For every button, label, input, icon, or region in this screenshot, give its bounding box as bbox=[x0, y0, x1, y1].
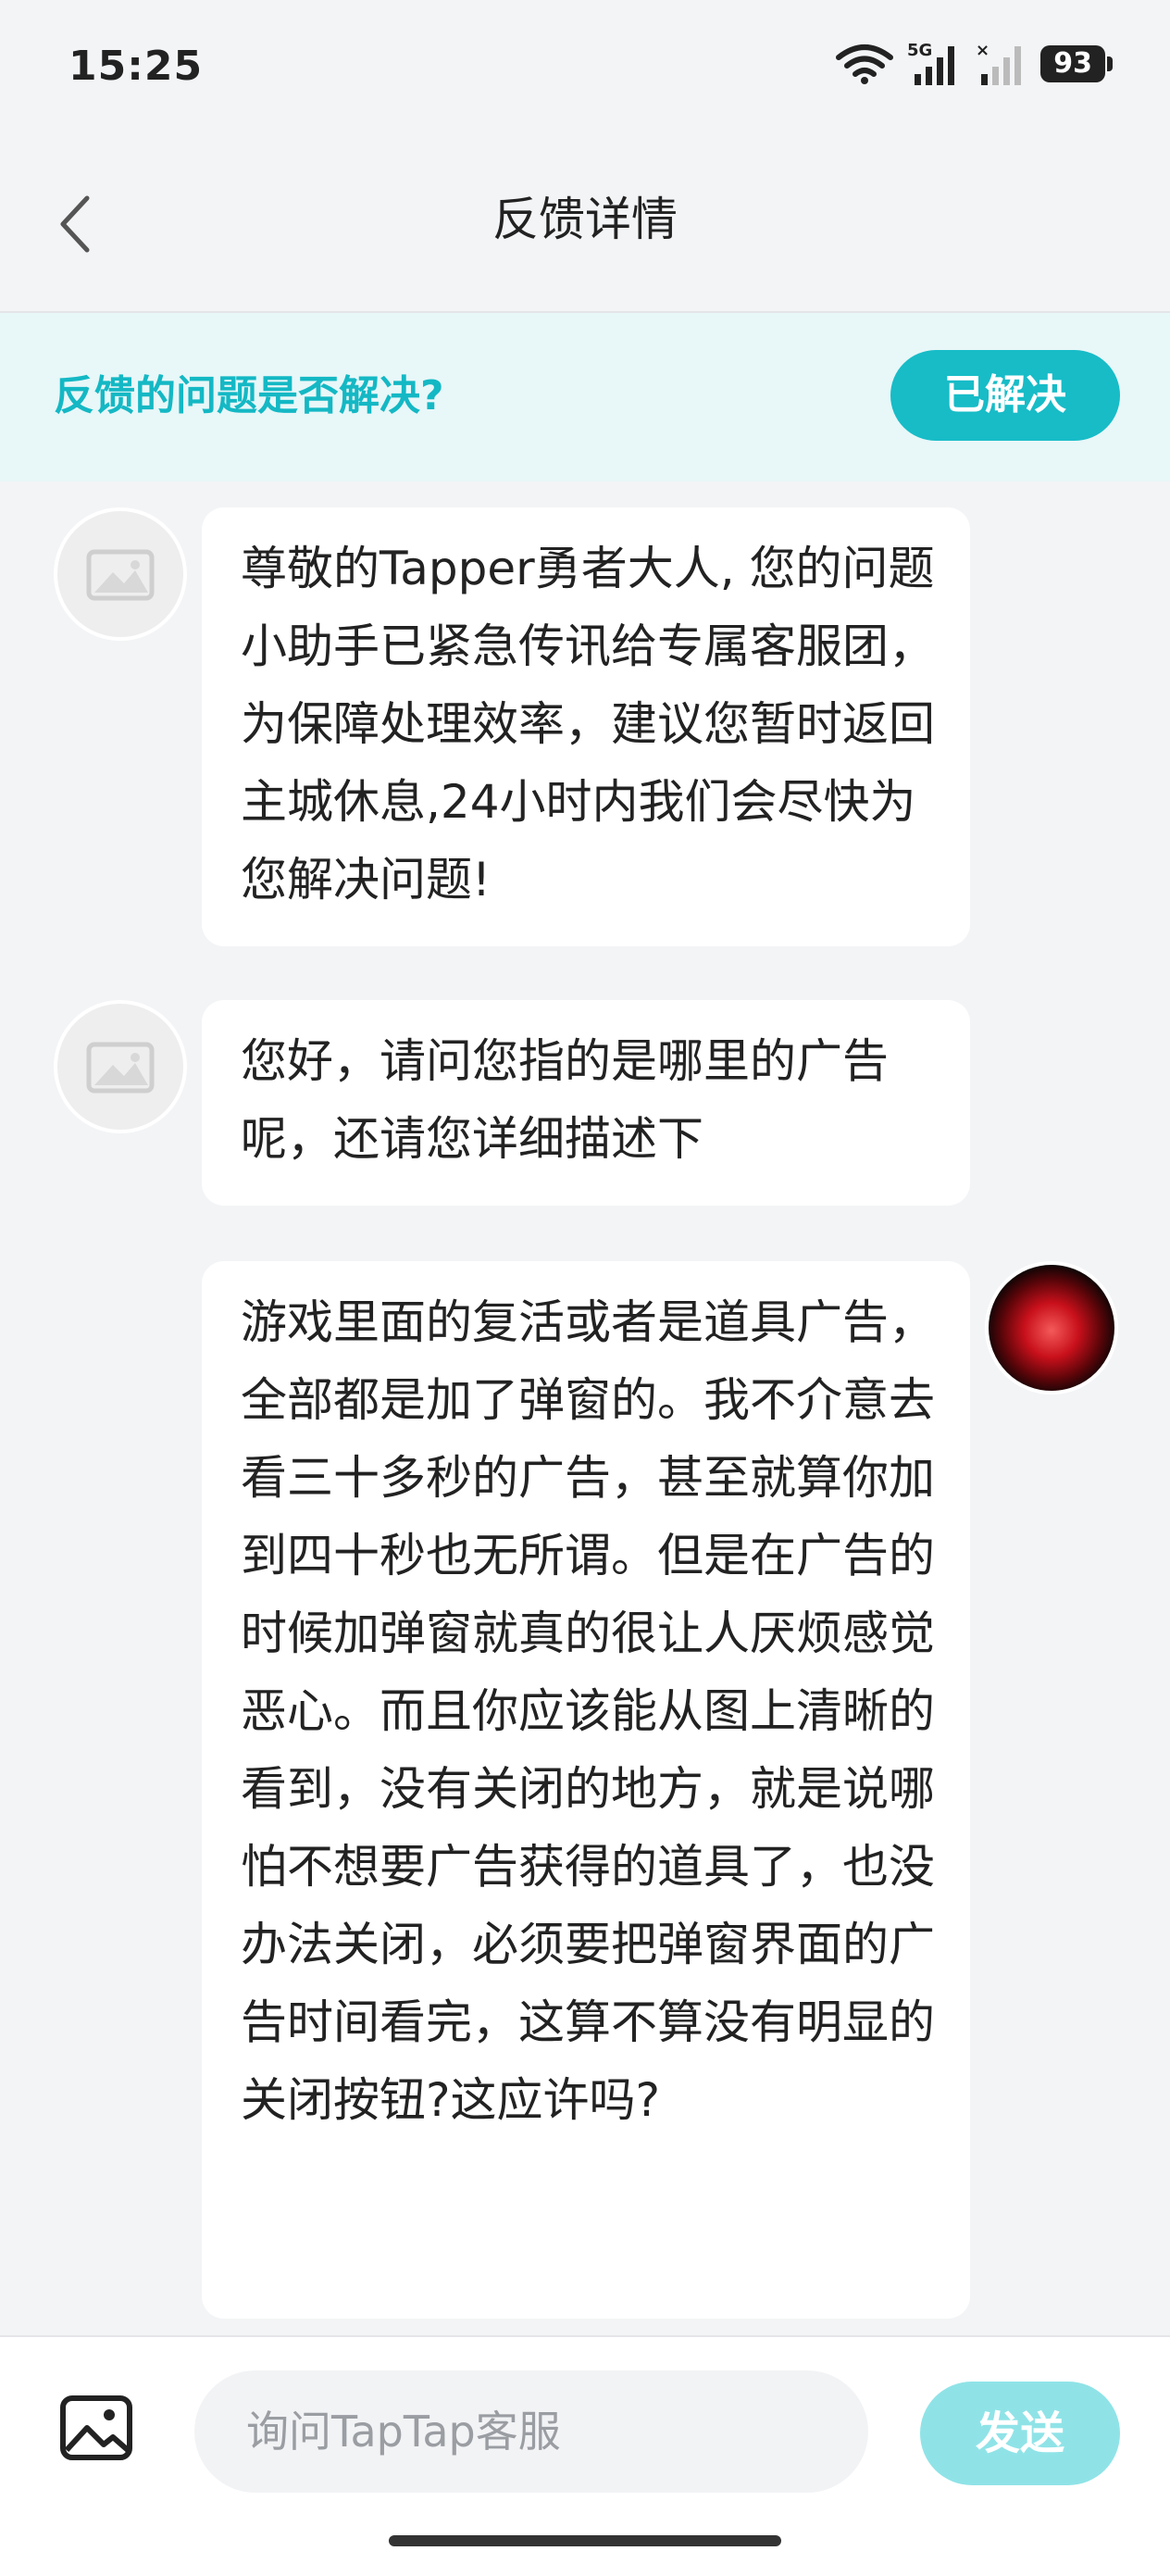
message-bubble-agent-2: 您好，请问您指的是哪里的广告呢，还请您详细描述下 bbox=[202, 1000, 970, 1206]
page-title: 反馈详情 bbox=[492, 193, 678, 246]
header: 反馈详情 bbox=[0, 139, 1170, 313]
status-time: 15:25 bbox=[68, 43, 204, 90]
signal-5g-icon: 5G bbox=[907, 41, 955, 85]
agent-avatar bbox=[54, 1000, 187, 1133]
message-bubble-user: 游戏里面的复活或者是道具广告，全部都是加了弹窗的。我不介意去看三十多秒的广告，甚… bbox=[202, 1261, 970, 2319]
message-input[interactable]: 询问TapTap客服 bbox=[194, 2370, 868, 2493]
agent-avatar bbox=[54, 507, 187, 641]
image-icon bbox=[60, 2395, 132, 2460]
status-bar: 15:25 5G × 93 bbox=[0, 0, 1170, 139]
image-placeholder-icon bbox=[86, 549, 155, 601]
battery-icon: 93 bbox=[1040, 45, 1113, 82]
image-placeholder-icon bbox=[86, 1042, 155, 1094]
send-button[interactable]: 发送 bbox=[920, 2382, 1120, 2485]
resolution-banner: 反馈的问题是否解决? 已解决 bbox=[0, 313, 1170, 481]
network-label: 5G bbox=[907, 41, 932, 60]
resolution-question: 反馈的问题是否解决? bbox=[54, 372, 444, 419]
signal-weak-icon: × bbox=[976, 41, 1022, 85]
svg-text:×: × bbox=[976, 41, 990, 60]
image-upload-button[interactable] bbox=[59, 2395, 133, 2461]
resolved-button[interactable]: 已解决 bbox=[890, 350, 1120, 441]
user-avatar[interactable] bbox=[985, 1261, 1118, 1394]
status-icons: 5G × 93 bbox=[835, 41, 1113, 87]
wifi-icon bbox=[836, 44, 894, 84]
message-bubble-agent-1: 尊敬的Tapper勇者大人, 您的问题小助手已紧急传讯给专属客服团，为保障处理效… bbox=[202, 507, 970, 946]
home-indicator[interactable] bbox=[389, 2535, 781, 2546]
